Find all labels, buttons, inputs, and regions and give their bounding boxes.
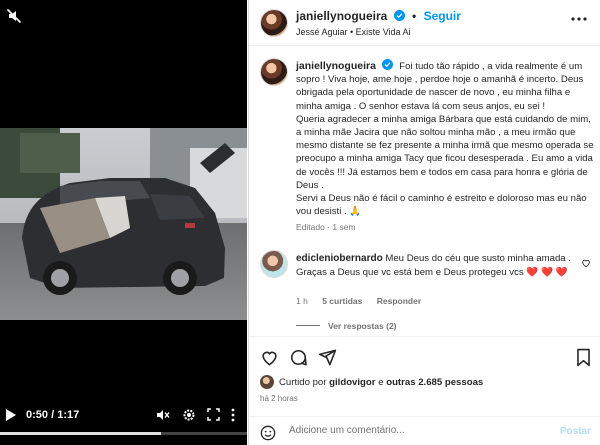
comment-hearts: ❤️ ❤️ ❤️ <box>526 267 568 278</box>
comment: edicleniobernardo Meu Deus do céu que su… <box>296 252 576 280</box>
verified-icon <box>381 59 393 70</box>
heart-icon[interactable] <box>581 258 591 268</box>
liked-by-avatar[interactable] <box>260 375 274 389</box>
post-caption: janiellynogueira Foi tudo tão rápido , a… <box>296 59 594 218</box>
comment-username[interactable]: edicleniobernardo <box>296 253 383 264</box>
video-controls: 0:50 / 1:17 <box>0 400 247 430</box>
caption-line: Queria agradecer a minha amiga Bárbara q… <box>296 113 594 191</box>
caption-avatar[interactable] <box>260 58 288 86</box>
video-time: 0:50 / 1:17 <box>26 409 79 421</box>
more-vertical-icon[interactable] <box>231 408 235 422</box>
username-link[interactable]: janiellynogueira <box>296 9 387 23</box>
volume-mute-icon[interactable] <box>156 408 170 422</box>
duration: 1:17 <box>57 409 80 421</box>
more-icon[interactable] <box>571 17 587 21</box>
liked-user[interactable]: gildovigor <box>329 377 375 388</box>
avatar[interactable] <box>260 9 288 37</box>
post-details: janiellynogueira • Seguir Jessé Aguiar •… <box>248 0 600 445</box>
gear-icon[interactable] <box>182 408 196 422</box>
header-user: janiellynogueira • Seguir <box>296 9 461 23</box>
post-time[interactable]: há 2 horas <box>260 394 298 403</box>
progress-fill <box>0 432 161 435</box>
caption-meta: Editado · 1 sem <box>296 222 356 232</box>
heart-icon[interactable] <box>260 348 279 367</box>
comment-time: 1 h <box>296 296 308 306</box>
replies-line <box>296 325 320 326</box>
separator: • <box>412 9 417 23</box>
add-comment-bar: Postar <box>249 416 600 445</box>
view-replies-label: Ver respostas (2) <box>328 321 397 331</box>
verified-icon <box>393 10 405 21</box>
audio-info[interactable]: Jessé Aguiar • Existe Vida Ai <box>296 27 411 37</box>
caption-line: Servi a Deus não é fácil o caminho é est… <box>296 193 587 218</box>
comment-meta: 1 h 5 curtidas Responder <box>296 296 433 306</box>
liked-prefix: Curtido por <box>279 377 327 388</box>
emoji-icon[interactable] <box>260 425 276 441</box>
post-actions: Curtido por gildovigor e outras 2.685 pe… <box>249 336 600 445</box>
reply-button[interactable]: Responder <box>377 296 421 306</box>
edited-time: 1 sem <box>332 222 356 232</box>
time-separator: / <box>48 409 58 421</box>
share-icon[interactable] <box>318 348 337 367</box>
save-icon[interactable] <box>574 348 593 367</box>
follow-button[interactable]: Seguir <box>424 9 461 23</box>
video-player[interactable]: 0:50 / 1:17 <box>0 0 247 445</box>
video-frame <box>0 128 247 320</box>
fullscreen-icon[interactable] <box>207 408 220 421</box>
play-icon[interactable] <box>6 409 16 421</box>
edited-label: Editado <box>296 222 325 232</box>
liked-middle: e <box>378 377 384 388</box>
caption-username[interactable]: janiellynogueira <box>296 60 376 72</box>
comment-icon[interactable] <box>289 348 308 367</box>
comment-likes[interactable]: 5 curtidas <box>322 296 362 306</box>
mute-icon[interactable] <box>6 8 22 24</box>
current-time: 0:50 <box>26 409 49 421</box>
comment-input[interactable] <box>289 425 529 436</box>
view-replies-button[interactable]: Ver respostas (2) <box>296 321 397 331</box>
liked-others[interactable]: outras 2.685 pessoas <box>386 377 483 388</box>
liked-by: Curtido por gildovigor e outras 2.685 pe… <box>279 377 483 388</box>
post-header: janiellynogueira • Seguir Jessé Aguiar •… <box>249 0 600 46</box>
progress-bar[interactable] <box>0 432 247 435</box>
post-button[interactable]: Postar <box>560 426 591 437</box>
comment-avatar[interactable] <box>260 250 288 278</box>
